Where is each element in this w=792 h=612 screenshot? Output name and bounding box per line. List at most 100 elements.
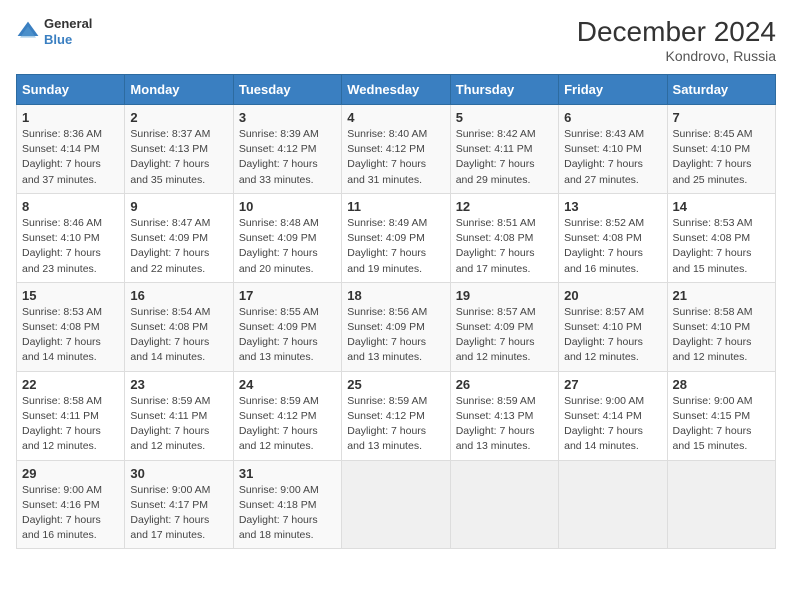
calendar-cell: 9 Sunrise: 8:47 AM Sunset: 4:09 PM Daylig… <box>125 193 233 282</box>
calendar-cell <box>667 460 775 549</box>
calendar-cell: 22 Sunrise: 8:58 AM Sunset: 4:11 PM Dayli… <box>17 371 125 460</box>
day-info: Sunrise: 8:59 AM Sunset: 4:12 PM Dayligh… <box>347 394 444 455</box>
calendar-title: December 2024 <box>577 16 776 48</box>
day-info: Sunrise: 8:53 AM Sunset: 4:08 PM Dayligh… <box>22 305 119 366</box>
calendar-cell: 2 Sunrise: 8:37 AM Sunset: 4:13 PM Daylig… <box>125 105 233 194</box>
calendar-cell: 21 Sunrise: 8:58 AM Sunset: 4:10 PM Dayli… <box>667 282 775 371</box>
calendar-cell <box>342 460 450 549</box>
calendar-cell: 31 Sunrise: 9:00 AM Sunset: 4:18 PM Dayli… <box>233 460 341 549</box>
page-header: General Blue December 2024 Kondrovo, Rus… <box>16 16 776 64</box>
day-number: 12 <box>456 199 553 214</box>
day-info: Sunrise: 8:58 AM Sunset: 4:11 PM Dayligh… <box>22 394 119 455</box>
calendar-cell: 4 Sunrise: 8:40 AM Sunset: 4:12 PM Daylig… <box>342 105 450 194</box>
calendar-cell: 10 Sunrise: 8:48 AM Sunset: 4:09 PM Dayli… <box>233 193 341 282</box>
calendar-cell: 18 Sunrise: 8:56 AM Sunset: 4:09 PM Dayli… <box>342 282 450 371</box>
day-info: Sunrise: 8:39 AM Sunset: 4:12 PM Dayligh… <box>239 127 336 188</box>
day-info: Sunrise: 8:51 AM Sunset: 4:08 PM Dayligh… <box>456 216 553 277</box>
logo-line1: General <box>44 16 92 32</box>
day-info: Sunrise: 8:45 AM Sunset: 4:10 PM Dayligh… <box>673 127 770 188</box>
calendar-cell: 29 Sunrise: 9:00 AM Sunset: 4:16 PM Dayli… <box>17 460 125 549</box>
day-number: 11 <box>347 199 444 214</box>
day-number: 14 <box>673 199 770 214</box>
day-number: 23 <box>130 377 227 392</box>
day-info: Sunrise: 9:00 AM Sunset: 4:17 PM Dayligh… <box>130 483 227 544</box>
day-number: 13 <box>564 199 661 214</box>
day-info: Sunrise: 8:53 AM Sunset: 4:08 PM Dayligh… <box>673 216 770 277</box>
calendar-cell: 16 Sunrise: 8:54 AM Sunset: 4:08 PM Dayli… <box>125 282 233 371</box>
weekday-header-monday: Monday <box>125 75 233 105</box>
calendar-cell: 26 Sunrise: 8:59 AM Sunset: 4:13 PM Dayli… <box>450 371 558 460</box>
day-number: 26 <box>456 377 553 392</box>
day-info: Sunrise: 8:59 AM Sunset: 4:13 PM Dayligh… <box>456 394 553 455</box>
day-info: Sunrise: 8:36 AM Sunset: 4:14 PM Dayligh… <box>22 127 119 188</box>
day-number: 22 <box>22 377 119 392</box>
logo-line2: Blue <box>44 32 92 48</box>
calendar-cell: 19Sunrise: 8:57 AM Sunset: 4:09 PM Dayli… <box>450 282 558 371</box>
day-number: 16 <box>130 288 227 303</box>
day-number: 8 <box>22 199 119 214</box>
calendar-subtitle: Kondrovo, Russia <box>577 48 776 64</box>
day-number: 25 <box>347 377 444 392</box>
day-info: Sunrise: 8:37 AM Sunset: 4:13 PM Dayligh… <box>130 127 227 188</box>
day-number: 27 <box>564 377 661 392</box>
day-info: Sunrise: 9:00 AM Sunset: 4:15 PM Dayligh… <box>673 394 770 455</box>
calendar-cell: 5 Sunrise: 8:42 AM Sunset: 4:11 PM Daylig… <box>450 105 558 194</box>
day-info: Sunrise: 8:56 AM Sunset: 4:09 PM Dayligh… <box>347 305 444 366</box>
day-number: 21 <box>673 288 770 303</box>
day-info: Sunrise: 8:59 AM Sunset: 4:12 PM Dayligh… <box>239 394 336 455</box>
day-info: Sunrise: 8:47 AM Sunset: 4:09 PM Dayligh… <box>130 216 227 277</box>
weekday-header-saturday: Saturday <box>667 75 775 105</box>
calendar-cell: 25 Sunrise: 8:59 AM Sunset: 4:12 PM Dayli… <box>342 371 450 460</box>
day-number: 1 <box>22 110 119 125</box>
day-number: 15 <box>22 288 119 303</box>
day-number: 29 <box>22 466 119 481</box>
day-number: 6 <box>564 110 661 125</box>
day-number: 7 <box>673 110 770 125</box>
day-info: Sunrise: 8:59 AM Sunset: 4:11 PM Dayligh… <box>130 394 227 455</box>
calendar-cell: 24 Sunrise: 8:59 AM Sunset: 4:12 PM Dayli… <box>233 371 341 460</box>
day-number: 3 <box>239 110 336 125</box>
calendar-cell: 17Sunrise: 8:55 AM Sunset: 4:09 PM Dayli… <box>233 282 341 371</box>
day-number: 18 <box>347 288 444 303</box>
calendar-cell <box>559 460 667 549</box>
calendar-cell: 6 Sunrise: 8:43 AM Sunset: 4:10 PM Daylig… <box>559 105 667 194</box>
weekday-header-tuesday: Tuesday <box>233 75 341 105</box>
day-info: Sunrise: 8:48 AM Sunset: 4:09 PM Dayligh… <box>239 216 336 277</box>
day-number: 24 <box>239 377 336 392</box>
calendar-cell: 14 Sunrise: 8:53 AM Sunset: 4:08 PM Dayli… <box>667 193 775 282</box>
day-info: Sunrise: 8:54 AM Sunset: 4:08 PM Dayligh… <box>130 305 227 366</box>
day-info: Sunrise: 8:58 AM Sunset: 4:10 PM Dayligh… <box>673 305 770 366</box>
day-info: Sunrise: 9:00 AM Sunset: 4:14 PM Dayligh… <box>564 394 661 455</box>
calendar-cell: 3 Sunrise: 8:39 AM Sunset: 4:12 PM Daylig… <box>233 105 341 194</box>
day-info: Sunrise: 9:00 AM Sunset: 4:16 PM Dayligh… <box>22 483 119 544</box>
day-number: 28 <box>673 377 770 392</box>
day-number: 10 <box>239 199 336 214</box>
calendar-cell: 23 Sunrise: 8:59 AM Sunset: 4:11 PM Dayli… <box>125 371 233 460</box>
day-info: Sunrise: 8:42 AM Sunset: 4:11 PM Dayligh… <box>456 127 553 188</box>
weekday-header-thursday: Thursday <box>450 75 558 105</box>
day-info: Sunrise: 8:46 AM Sunset: 4:10 PM Dayligh… <box>22 216 119 277</box>
calendar-cell: 11Sunrise: 8:49 AM Sunset: 4:09 PM Dayli… <box>342 193 450 282</box>
calendar-cell: 13Sunrise: 8:52 AM Sunset: 4:08 PM Dayli… <box>559 193 667 282</box>
title-block: December 2024 Kondrovo, Russia <box>577 16 776 64</box>
day-number: 9 <box>130 199 227 214</box>
day-number: 4 <box>347 110 444 125</box>
day-number: 31 <box>239 466 336 481</box>
weekday-header-sunday: Sunday <box>17 75 125 105</box>
calendar-cell: 1 Sunrise: 8:36 AM Sunset: 4:14 PM Daylig… <box>17 105 125 194</box>
day-info: Sunrise: 9:00 AM Sunset: 4:18 PM Dayligh… <box>239 483 336 544</box>
calendar-cell: 28 Sunrise: 9:00 AM Sunset: 4:15 PM Dayli… <box>667 371 775 460</box>
calendar-cell <box>450 460 558 549</box>
day-info: Sunrise: 8:40 AM Sunset: 4:12 PM Dayligh… <box>347 127 444 188</box>
calendar-cell: 8 Sunrise: 8:46 AM Sunset: 4:10 PM Daylig… <box>17 193 125 282</box>
weekday-header-wednesday: Wednesday <box>342 75 450 105</box>
logo: General Blue <box>16 16 92 47</box>
calendar-cell: 12 Sunrise: 8:51 AM Sunset: 4:08 PM Dayli… <box>450 193 558 282</box>
day-info: Sunrise: 8:57 AM Sunset: 4:09 PM Dayligh… <box>456 305 553 366</box>
day-number: 5 <box>456 110 553 125</box>
calendar-cell: 20Sunrise: 8:57 AM Sunset: 4:10 PM Dayli… <box>559 282 667 371</box>
day-info: Sunrise: 8:55 AM Sunset: 4:09 PM Dayligh… <box>239 305 336 366</box>
day-number: 2 <box>130 110 227 125</box>
day-number: 30 <box>130 466 227 481</box>
day-info: Sunrise: 8:43 AM Sunset: 4:10 PM Dayligh… <box>564 127 661 188</box>
